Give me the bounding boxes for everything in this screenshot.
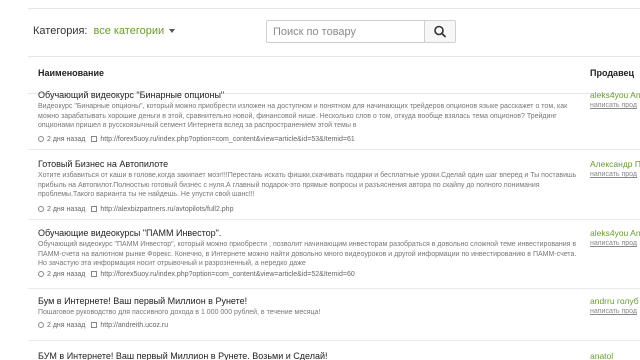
category-value[interactable]: все категории	[93, 25, 164, 37]
seller-name[interactable]: anatol	[590, 351, 613, 360]
product-meta: 2 дня назад http://forex5uoy.ru/index.php…	[38, 271, 355, 278]
external-link-icon	[91, 136, 98, 142]
product-title[interactable]: Бум в Интернете! Ваш первый Миллион в Ру…	[38, 296, 247, 306]
product-link[interactable]: http://andreith.ucoz.ru	[100, 322, 168, 329]
table-row: Обучающий видеокурс "Бинарные опционы" В…	[28, 90, 640, 150]
write-seller-link[interactable]: написать прод	[590, 308, 637, 315]
seller-name[interactable]: andrru голуб	[590, 296, 639, 306]
product-list-page: Категория: все категории Наименование Про…	[0, 0, 640, 360]
external-link-icon	[91, 206, 98, 212]
table-row: Обучающие видеокурсы "ПАММ Инвестор". Об…	[28, 228, 640, 289]
product-meta: 2 дня назад http://alexbizpartners.ru/avt…	[38, 206, 233, 213]
product-meta: 2 дня назад http://andreith.ucoz.ru	[38, 322, 168, 329]
table-row: Бум в Интернете! Ваш первый Миллион в Ру…	[28, 296, 640, 341]
product-meta: 2 дня назад http://forex5uoy.ru/index.php…	[38, 136, 355, 143]
product-link[interactable]: http://forex5uoy.ru/index.php?option=com…	[100, 271, 354, 278]
product-link[interactable]: http://forex5uoy.ru/index.php?option=com…	[100, 136, 354, 143]
table-row: Готовый Бизнес на Автопилоте Хотите изба…	[28, 159, 640, 220]
category-dropdown[interactable]: все категории	[93, 25, 176, 37]
product-time: 2 дня назад	[47, 271, 86, 278]
product-time: 2 дня назад	[47, 136, 86, 143]
caret-down-icon[interactable]	[169, 29, 176, 34]
product-title[interactable]: Обучающие видеокурсы "ПАММ Инвестор".	[38, 228, 221, 238]
search-input[interactable]	[267, 21, 426, 42]
search-box	[266, 20, 456, 43]
table-row: БУМ в Интернете! Ваш первый Миллион в Ру…	[28, 351, 640, 360]
category-label: Категория:	[33, 25, 88, 37]
product-description: Хотите избавиться от каши в голове,когда…	[38, 172, 577, 199]
product-description: Обучающий видеокурс "ПАММ Инвестор", кот…	[38, 241, 577, 268]
search-icon[interactable]	[425, 21, 455, 42]
seller-name[interactable]: aleks4you An	[590, 90, 640, 100]
clock-icon	[38, 271, 44, 277]
product-title[interactable]: Обучающий видеокурс "Бинарные опционы"	[38, 90, 224, 100]
product-description: Пошаговое руководство для пассивного дох…	[38, 309, 321, 316]
column-header-seller[interactable]: Продавец	[590, 68, 634, 78]
clock-icon	[38, 206, 44, 212]
product-title[interactable]: БУМ в Интернете! Ваш первый Миллион в Ру…	[38, 351, 328, 360]
seller-name[interactable]: Александр П	[590, 159, 640, 169]
clock-icon	[38, 322, 44, 328]
column-header-name[interactable]: Наименование	[38, 68, 104, 78]
seller-name[interactable]: aleks4you An	[590, 228, 640, 238]
product-time: 2 дня назад	[47, 322, 86, 329]
clock-icon	[38, 136, 44, 142]
product-time: 2 дня назад	[47, 206, 86, 213]
write-seller-link[interactable]: написать прод	[590, 171, 637, 178]
top-divider	[28, 8, 640, 9]
search-button[interactable]	[424, 21, 455, 42]
product-title[interactable]: Готовый Бизнес на Автопилоте	[38, 159, 168, 169]
table-header: Наименование Продавец	[28, 56, 640, 94]
external-link-icon	[91, 271, 98, 277]
external-link-icon	[91, 322, 98, 328]
product-link[interactable]: http://alexbizpartners.ru/avtopilots/ful…	[100, 206, 233, 213]
write-seller-link[interactable]: написать прод	[590, 240, 637, 247]
write-seller-link[interactable]: написать прод	[590, 102, 637, 109]
category-filter: Категория: все категории	[33, 25, 176, 37]
